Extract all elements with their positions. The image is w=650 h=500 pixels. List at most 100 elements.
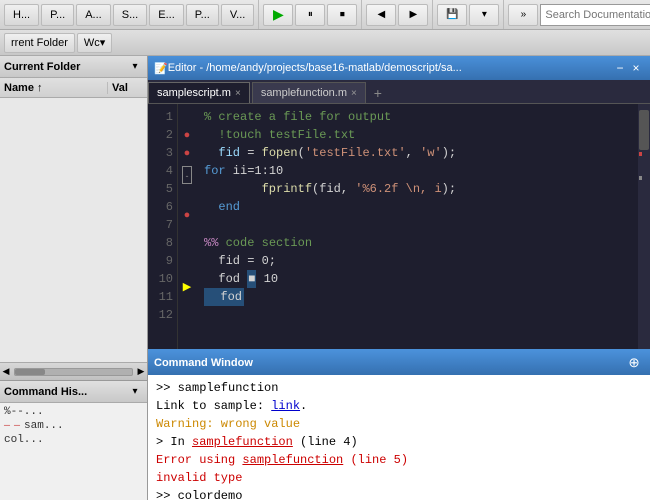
- code-line-5: fprintf(fid, '%6.2f \n, i);: [204, 180, 630, 198]
- editor-minimize[interactable]: −: [612, 60, 628, 76]
- save-group: 💾 ▾: [437, 0, 504, 29]
- history-item[interactable]: — sam...: [4, 419, 143, 433]
- cmd-history-header: Command His... ▾: [0, 381, 147, 403]
- breakpoint-3: ●: [180, 144, 194, 162]
- tab-p2[interactable]: P...: [186, 4, 219, 26]
- file-scrollbar: ◀ ▶: [0, 362, 147, 380]
- search-input[interactable]: [545, 9, 650, 21]
- cmd-link[interactable]: link: [271, 397, 300, 415]
- file-browser-header: Current Folder ▾: [0, 56, 147, 78]
- scroll-track[interactable]: [14, 368, 133, 376]
- cmd-error-fn-2[interactable]: samplefunction: [242, 451, 343, 469]
- cmd-window-toggle[interactable]: ⊕: [624, 353, 644, 373]
- back-button[interactable]: ◀: [366, 4, 396, 26]
- more-button[interactable]: »: [508, 4, 538, 26]
- breakpoint-6: ●: [180, 206, 194, 224]
- cmd-window-titlebar: Command Window ⊕: [148, 351, 650, 375]
- cmd-error-msg: (line 5): [343, 451, 408, 469]
- editor-tab-samplefunction[interactable]: samplefunction.m ×: [252, 82, 366, 103]
- editor-content: 1234 5678 9101112 · ● ● - ● ▶: [148, 104, 650, 349]
- code-line-8: %% code section: [204, 234, 630, 252]
- tab-close-icon[interactable]: ×: [351, 88, 357, 99]
- file-table-header: Name ↑ Val: [0, 78, 147, 98]
- editor-tabs: samplescript.m × samplefunction.m × +: [148, 80, 650, 104]
- cmd-content[interactable]: >> samplefunction Link to sample: link .…: [148, 375, 650, 500]
- editor-scrollbar[interactable]: [638, 104, 650, 349]
- file-area: [0, 98, 147, 362]
- code-line-9: fid = 0;: [204, 252, 630, 270]
- cmd-line-5: Error using samplefunction (line 5): [156, 451, 642, 469]
- add-tab-button[interactable]: +: [368, 82, 388, 103]
- tab-p[interactable]: P...: [41, 4, 74, 26]
- fwd-button[interactable]: ▶: [398, 4, 428, 26]
- command-history: Command His... ▾ %--... — sam... col...: [0, 380, 147, 500]
- file-browser-title: Current Folder: [4, 61, 80, 73]
- cmd-prompt-2: >> colordemo: [156, 487, 242, 500]
- cmd-line-4: > In samplefunction (line 4): [156, 433, 642, 451]
- history-item-text: sam...: [24, 420, 64, 432]
- selected-text: fod: [204, 288, 244, 306]
- cmd-text: .: [300, 397, 307, 415]
- cmd-error-fn-1[interactable]: samplefunction: [192, 433, 293, 451]
- cmd-error-msg: Error using: [156, 451, 242, 469]
- tab-s[interactable]: S...: [113, 4, 148, 26]
- code-line-3: fid = fopen('testFile.txt', 'w');: [204, 144, 630, 162]
- editor-close[interactable]: ×: [628, 60, 644, 76]
- tab-h[interactable]: H...: [4, 4, 39, 26]
- cmd-text: (line 4): [293, 433, 358, 451]
- stop-button[interactable]: ⏹: [327, 4, 357, 26]
- cmd-line-6: invalid type: [156, 469, 642, 487]
- history-list: %--... — sam... col...: [0, 403, 147, 500]
- editor-titlebar: 📝 Editor - /home/andy/projects/base16-ma…: [148, 56, 650, 80]
- cmd-error-text: invalid type: [156, 469, 242, 487]
- scroll-marker-1: [639, 152, 642, 156]
- tab-label: samplefunction.m: [261, 87, 347, 99]
- breakpoint-2: ●: [180, 126, 194, 144]
- tab-e[interactable]: E...: [149, 4, 184, 26]
- editor-icon: 📝: [154, 62, 168, 75]
- editor-scrollbar-thumb: [639, 110, 649, 150]
- pause-button[interactable]: ⏸: [295, 4, 325, 26]
- fold-icon[interactable]: -: [182, 166, 192, 184]
- save-dropdown[interactable]: ▾: [469, 4, 499, 26]
- history-item[interactable]: col...: [4, 433, 143, 447]
- code-line-4: for ii=1:10: [204, 162, 630, 180]
- file-col-val: Val: [107, 82, 147, 94]
- search-box: 🔍: [540, 4, 650, 26]
- selected-text: ■: [247, 270, 256, 288]
- current-folder-btn[interactable]: rrent Folder: [4, 33, 75, 53]
- code-area[interactable]: % create a file for output !touch testFi…: [196, 104, 638, 349]
- cmd-history-collapse[interactable]: ▾: [127, 384, 143, 400]
- dash-icon: —: [14, 421, 20, 432]
- history-item[interactable]: %--...: [4, 405, 143, 419]
- marker-column: · ● ● - ● ▶: [178, 104, 196, 349]
- tab-close-icon[interactable]: ×: [235, 88, 241, 99]
- nav-group: ◀ ▶: [366, 0, 433, 29]
- tab-label: samplescript.m: [157, 87, 231, 99]
- code-line-6: end: [204, 198, 630, 216]
- cmd-window-title: Command Window: [154, 357, 624, 369]
- code-line-1: % create a file for output: [204, 108, 630, 126]
- history-item-text: col...: [4, 434, 44, 446]
- code-line-7: [204, 216, 630, 234]
- tab-a[interactable]: A...: [76, 4, 111, 26]
- scroll-marker-2: [639, 176, 642, 180]
- save-button[interactable]: 💾: [437, 4, 467, 26]
- run-button[interactable]: ▶: [263, 4, 293, 26]
- scroll-right[interactable]: ▶: [135, 366, 147, 378]
- cmd-line-2: Link to sample: link .: [156, 397, 642, 415]
- editor-tab-samplescript[interactable]: samplescript.m ×: [148, 82, 250, 103]
- main-area: Current Folder ▾ Name ↑ Val ◀ ▶ Command …: [0, 56, 650, 500]
- workspace-btn[interactable]: Wc▾: [77, 33, 112, 53]
- scroll-thumb: [15, 369, 45, 375]
- cmd-history-title: Command His...: [4, 386, 87, 398]
- command-window: Command Window ⊕ >> samplefunction Link …: [148, 351, 650, 500]
- cmd-line-3: Warning: wrong value: [156, 415, 642, 433]
- tab-v[interactable]: V...: [221, 4, 255, 26]
- current-folder-label: rrent Folder: [11, 37, 68, 49]
- cmd-text: > In: [156, 433, 192, 451]
- cmd-line-1: >> samplefunction: [156, 379, 642, 397]
- file-browser-collapse[interactable]: ▾: [127, 59, 143, 75]
- file-col-name[interactable]: Name ↑: [0, 82, 107, 94]
- scroll-left[interactable]: ◀: [0, 366, 12, 378]
